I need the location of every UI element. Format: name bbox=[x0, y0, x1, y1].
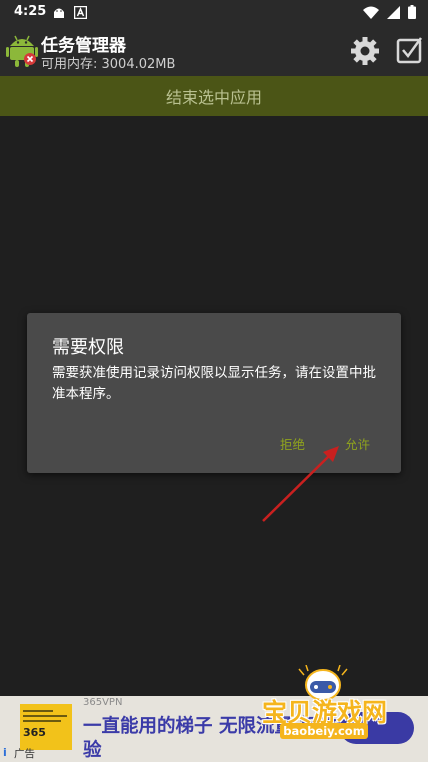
android-app-icon bbox=[6, 35, 38, 67]
ad-label: 广告 bbox=[14, 748, 35, 760]
ad-headline-continued: 验 bbox=[83, 740, 102, 761]
cell-signal-icon bbox=[387, 5, 400, 19]
watermark: 宝贝游戏网 baobeiy.com bbox=[262, 665, 428, 745]
checkbox-icon[interactable] bbox=[396, 36, 424, 64]
end-selected-apps-label: 结束选中应用 bbox=[165, 88, 262, 107]
ad-image-line bbox=[23, 715, 67, 717]
status-bar: 4:25 bbox=[0, 0, 428, 26]
android-debug-icon bbox=[54, 8, 64, 18]
wifi-icon bbox=[363, 6, 379, 19]
ad-brand: 365VPN bbox=[83, 697, 123, 708]
status-left-icons bbox=[52, 6, 87, 20]
ad-image-line bbox=[23, 720, 61, 722]
deny-button[interactable]: 拒绝 bbox=[280, 434, 305, 453]
ad-info-icon[interactable]: i bbox=[3, 746, 13, 759]
permission-dialog: 需要权限 需要获准使用记录访问权限以显示任务，请在设置中批准本程序。 拒绝 允许 bbox=[27, 313, 401, 473]
status-time: 4:25 bbox=[14, 4, 47, 19]
app-bar: 任务管理器 可用内存: 3004.02MB bbox=[0, 26, 428, 76]
end-selected-apps-button[interactable]: 结束选中应用 bbox=[0, 76, 428, 116]
battery-icon bbox=[408, 5, 416, 19]
a-notification-icon bbox=[74, 6, 87, 19]
settings-gear-icon[interactable] bbox=[350, 36, 380, 66]
watermark-url: baobeiy.com bbox=[280, 723, 368, 739]
dialog-message: 需要获准使用记录访问权限以显示任务，请在设置中批准本程序。 bbox=[52, 365, 376, 402]
ad-image-text: 365 bbox=[23, 726, 46, 739]
available-memory: 可用内存: 3004.02MB bbox=[41, 57, 176, 72]
ad-image: 365 bbox=[20, 704, 72, 750]
allow-button[interactable]: 允许 bbox=[345, 434, 370, 453]
screen: 4:25 任务管理器 可用内存: 3004.02MB 结束选中应用 需要权限 需… bbox=[0, 0, 428, 762]
ad-image-line bbox=[23, 710, 53, 712]
status-right-icons bbox=[363, 5, 416, 19]
dialog-title: 需要权限 bbox=[52, 337, 124, 358]
